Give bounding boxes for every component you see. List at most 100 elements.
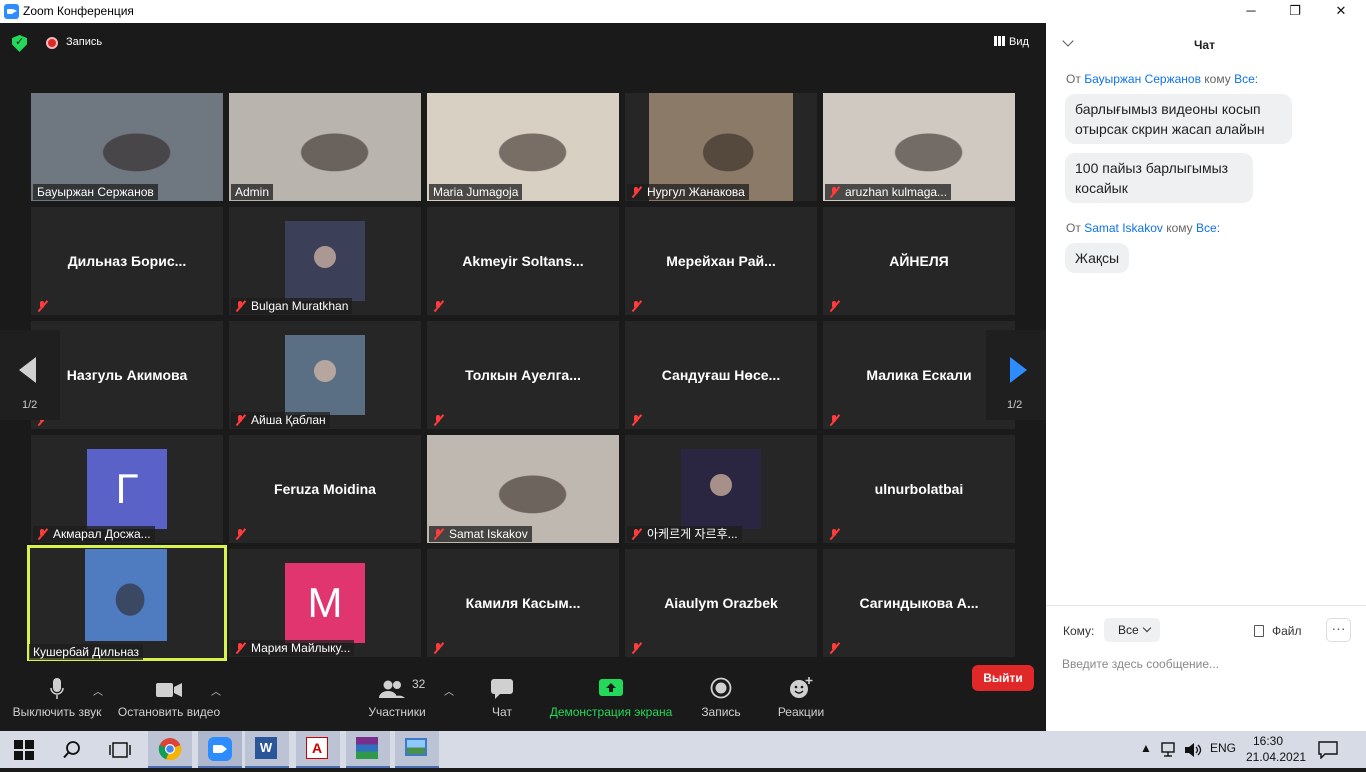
- participant-tile[interactable]: Bulgan Muratkhan: [229, 207, 421, 315]
- clock-time: 16:30: [1252, 734, 1284, 748]
- recipient-select[interactable]: Все: [1104, 618, 1160, 642]
- participant-name-label: Мария Майлыку...: [231, 640, 355, 656]
- participant-tile[interactable]: Мерейхан Рай...: [625, 207, 817, 315]
- search-icon[interactable]: [63, 741, 81, 759]
- system-clock[interactable]: 16:30 21.04.2021: [1246, 733, 1306, 765]
- participant-tile[interactable]: АЙНЕЛЯ: [823, 207, 1015, 315]
- close-window-button[interactable]: ✕: [1318, 0, 1364, 23]
- muted-mic-icon: [631, 186, 641, 198]
- notifications-icon[interactable]: [1318, 741, 1338, 759]
- participant-tile[interactable]: M Мария Майлыку...: [229, 549, 421, 657]
- participant-tile[interactable]: Aiaulym Orazbek: [625, 549, 817, 657]
- muted-mic-icon: [235, 414, 245, 426]
- participant-tile[interactable]: Сандуғаш Нөсе...: [625, 321, 817, 429]
- file-label: Файл: [1272, 624, 1302, 638]
- view-button[interactable]: Вид: [994, 36, 1029, 48]
- minimize-button[interactable]: ─: [1228, 0, 1274, 23]
- stop-video-button[interactable]: Остановить видео: [116, 671, 222, 731]
- participant-name: Bulgan Muratkhan: [251, 299, 349, 313]
- participant-tile[interactable]: ulnurbolatbai: [823, 435, 1015, 543]
- file-icon: [1254, 625, 1264, 637]
- muted-mic-icon: [631, 528, 641, 540]
- leave-meeting-button[interactable]: Выйти: [972, 665, 1034, 691]
- share-screen-button[interactable]: Демонстрация экрана: [546, 671, 676, 731]
- chat-bubble-icon: [491, 679, 513, 699]
- muted-mic-icon: [433, 300, 443, 312]
- participant-tile[interactable]: Feruza Moidina: [229, 435, 421, 543]
- chevron-down-icon[interactable]: [1062, 35, 1074, 47]
- participant-tile[interactable]: Айша Қаблан: [229, 321, 421, 429]
- mute-button[interactable]: Выключить звук: [8, 671, 106, 731]
- participants-options-caret-icon[interactable]: ︿: [444, 683, 454, 698]
- participant-name-label: Бауыржан Серж​анов: [33, 184, 158, 200]
- participant-tile[interactable]: Admin: [229, 93, 421, 201]
- participant-name: Feruza Moidina: [274, 481, 376, 497]
- word-taskbar-app[interactable]: W: [245, 731, 289, 768]
- chevron-left-icon: [19, 357, 36, 383]
- participant-name: Кушербай Дильназ: [33, 645, 140, 659]
- archive-taskbar-app[interactable]: [346, 731, 390, 768]
- muted-mic-icon: [235, 528, 245, 540]
- window-titlebar: Zoom Конференция ─ ❐ ✕: [0, 0, 1366, 23]
- participant-tile[interactable]: Г Акмарал Досжа...: [31, 435, 223, 543]
- participant-tile[interactable]: Нургул Жанакова: [625, 93, 817, 201]
- participant-video: [85, 549, 167, 641]
- muted-mic-icon: [433, 528, 443, 540]
- participants-button[interactable]: 32 Участники: [362, 671, 432, 731]
- chrome-taskbar-app[interactable]: [148, 731, 192, 768]
- participant-tile[interactable]: Камиля Касым...: [427, 549, 619, 657]
- record-button[interactable]: Запись: [694, 671, 748, 731]
- zoom-taskbar-app[interactable]: [198, 731, 242, 768]
- pdf-taskbar-app[interactable]: A: [296, 731, 340, 768]
- message-sender[interactable]: Samat Iskakov: [1084, 221, 1163, 235]
- participant-tile[interactable]: 아케르게 자르후...: [625, 435, 817, 543]
- next-page-button[interactable]: 1/2: [986, 330, 1046, 420]
- meeting-toolbar: Выключить звук ︿ Остановить видео ︿ 32 У…: [0, 671, 1046, 731]
- stop-video-label: Остановить видео: [117, 705, 221, 719]
- security-shield-icon[interactable]: [12, 35, 27, 52]
- participant-tile[interactable]: Бауыржан Серж​анов: [31, 93, 223, 201]
- reactions-button[interactable]: Реакции: [772, 671, 830, 731]
- participants-count: 32: [412, 677, 426, 691]
- keyboard-language[interactable]: ENG: [1210, 741, 1236, 755]
- prev-page-button[interactable]: 1/2: [0, 330, 60, 420]
- file-button[interactable]: Файл: [1254, 624, 1302, 638]
- word-icon: W: [255, 737, 277, 759]
- more-options-button[interactable]: ···: [1326, 618, 1351, 642]
- recording-icon: [46, 37, 58, 49]
- participant-tile[interactable]: Толкын Ауелга...: [427, 321, 619, 429]
- tray-overflow-icon[interactable]: ▲: [1140, 741, 1152, 755]
- participant-tile[interactable]: Maria Jumagoja: [427, 93, 619, 201]
- participant-tile[interactable]: Кушербай Дильназ: [27, 545, 227, 661]
- participant-name: Мария Майлыку...: [251, 641, 351, 655]
- volume-icon[interactable]: [1184, 742, 1202, 758]
- participant-tile[interactable]: Дильназ Борис...: [31, 207, 223, 315]
- participant-tile[interactable]: Akmeyir Soltans...: [427, 207, 619, 315]
- participant-name-label: Samat Iskakov: [429, 526, 532, 542]
- chat-button[interactable]: Чат: [476, 671, 528, 731]
- muted-mic-icon: [829, 528, 839, 540]
- muted-mic-icon: [829, 186, 839, 198]
- share-screen-label: Демонстрация экрана: [549, 705, 673, 719]
- to-label: Кому:: [1063, 624, 1095, 638]
- participant-name: Бауыржан Серж​анов: [37, 185, 154, 199]
- muted-mic-icon: [631, 300, 641, 312]
- maximize-button[interactable]: ❐: [1272, 0, 1318, 23]
- participant-name-label: Акмарал Досжа...: [33, 526, 155, 542]
- participant-name-label: Нургул Жанакова: [627, 184, 749, 200]
- audio-options-caret-icon[interactable]: ︿: [93, 683, 103, 698]
- participant-tile[interactable]: aruzhan kulmaga...: [823, 93, 1015, 201]
- message-sender[interactable]: Бауыржан Серж​анов: [1084, 72, 1201, 86]
- task-view-icon[interactable]: [109, 742, 131, 758]
- participant-name: 아케르게 자르후...: [647, 527, 738, 541]
- video-options-caret-icon[interactable]: ︿: [211, 683, 221, 698]
- participant-tile[interactable]: Samat Iskakov: [427, 435, 619, 543]
- chat-message-input[interactable]: [1062, 652, 1352, 676]
- windows-start-icon[interactable]: [14, 740, 34, 760]
- photos-taskbar-app[interactable]: [395, 731, 439, 768]
- participant-tile[interactable]: Сагиндыкова А...: [823, 549, 1015, 657]
- participant-name: ulnurbolatbai: [874, 481, 964, 497]
- participant-avatar: Г: [87, 449, 167, 529]
- network-icon[interactable]: [1160, 742, 1178, 758]
- chat-message-meta: От Samat Iskakov кому Все:: [1066, 221, 1220, 235]
